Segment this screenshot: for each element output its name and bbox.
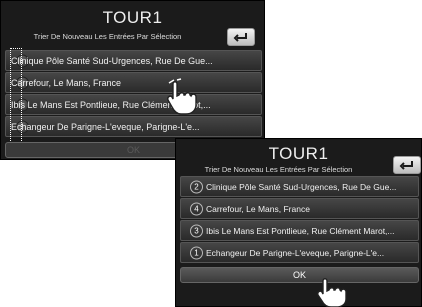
reorder-screen-before: TOUR1 Trier De Nouveau Les Entrées Par S…: [0, 0, 265, 160]
list-item-label: Echangeur De Parigne-L'eveque, Parigne-L…: [11, 121, 200, 132]
order-number-badge: 2: [190, 180, 203, 193]
list-item[interactable]: 3 Ibis Le Mans Est Pontlieue, Rue Clémen…: [180, 220, 419, 241]
return-arrow-icon: [399, 161, 413, 170]
list-item-label: Clinique Pôle Santé Sud-Urgences, Rue De…: [206, 181, 397, 192]
list-item-label: Echangeur De Parigne-L'eveque, Parigne-L…: [206, 247, 385, 258]
list-item[interactable]: Ibis Le Mans Est Pontlieue, Rue Clément …: [5, 94, 262, 115]
back-button[interactable]: [227, 28, 255, 46]
list-item-label: Carrefour, Le Mans, France: [206, 203, 310, 214]
ok-button-label: OK: [126, 145, 140, 155]
list-item[interactable]: 1 Echangeur De Parigne-L'eveque, Parigne…: [180, 242, 419, 263]
list-item[interactable]: Echangeur De Parigne-L'eveque, Parigne-L…: [5, 116, 262, 137]
ok-button[interactable]: OK: [180, 267, 419, 283]
order-column-highlight: [10, 48, 22, 149]
hand-pointer-icon: [167, 78, 197, 115]
list-item[interactable]: Clinique Pôle Santé Sud-Urgences, Rue De…: [5, 50, 262, 71]
list-item-label: Clinique Pôle Santé Sud-Urgences, Rue De…: [11, 55, 213, 66]
list-item[interactable]: 2 Clinique Pôle Santé Sud-Urgences, Rue …: [180, 176, 419, 197]
back-button[interactable]: [393, 156, 421, 174]
list-item[interactable]: Carrefour, Le Mans, France: [5, 72, 262, 93]
ok-button-label: OK: [292, 270, 306, 280]
page-title: TOUR1: [102, 8, 163, 27]
reorder-screen-after: TOUR1 Trier De Nouveau Les Entrées Par S…: [175, 138, 422, 307]
page-subtitle: Trier De Nouveau Les Entrées Par Sélecti…: [33, 32, 182, 41]
order-number-badge: 4: [190, 202, 203, 215]
order-number-badge: 1: [190, 246, 203, 259]
page-title: TOUR1: [268, 144, 329, 163]
return-arrow-icon: [233, 33, 247, 42]
list-item-label: Ibis Le Mans Est Pontlieue, Rue Clément …: [206, 225, 395, 236]
page-subtitle: Trier De Nouveau Les Entrées Par Sélecti…: [204, 165, 353, 174]
hand-pointer-icon: [317, 278, 347, 307]
order-number-badge: 3: [190, 224, 203, 237]
list-item[interactable]: 4 Carrefour, Le Mans, France: [180, 198, 419, 219]
list-item-label: Carrefour, Le Mans, France: [11, 77, 122, 88]
